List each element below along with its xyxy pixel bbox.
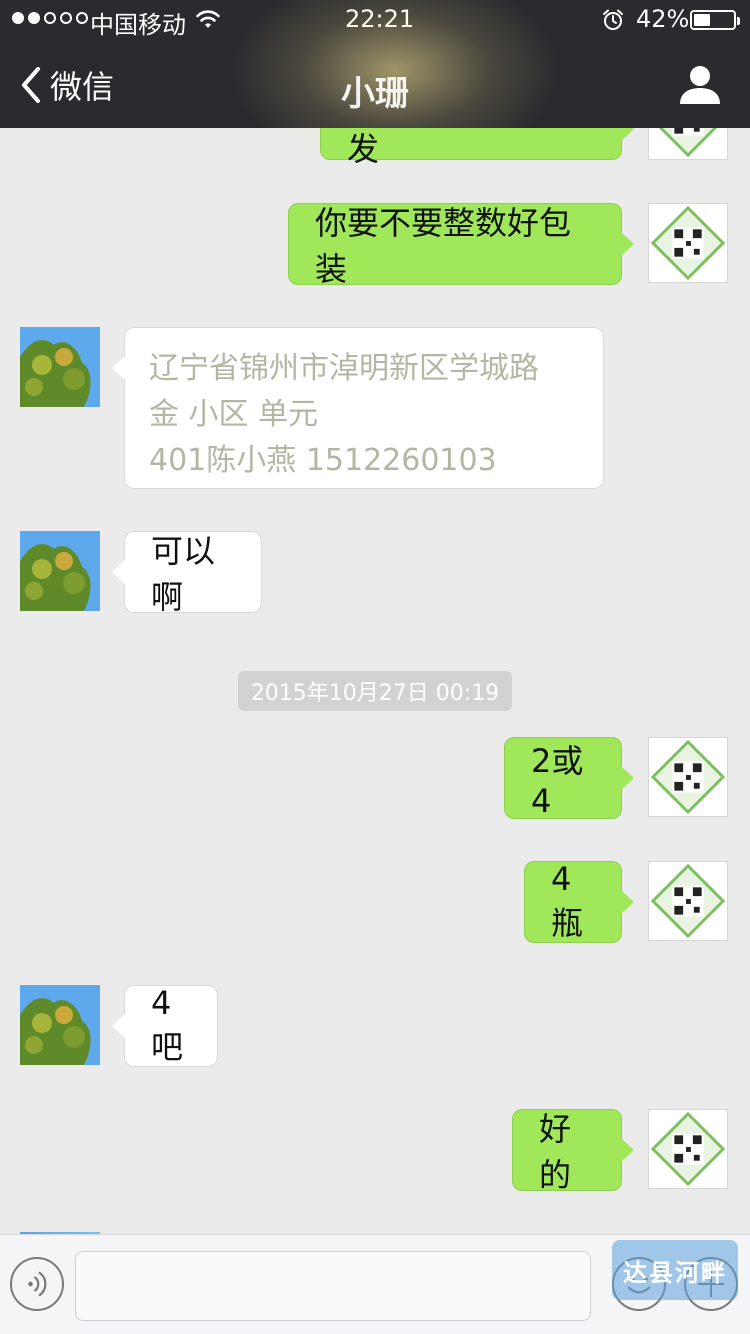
message-text: 可以啊 bbox=[151, 532, 216, 616]
contact-avatar[interactable] bbox=[20, 531, 100, 611]
self-avatar[interactable] bbox=[648, 203, 728, 283]
message-text: 4吧 bbox=[151, 984, 184, 1066]
chat-title: 小珊 bbox=[341, 74, 409, 114]
voice-input-button[interactable] bbox=[10, 1257, 64, 1311]
message-bubble-outgoing[interactable]: 你要不要整数好包装 bbox=[288, 203, 634, 288]
tree-photo-avatar-icon bbox=[20, 985, 100, 1065]
message-bubble-incoming[interactable]: 可以啊 bbox=[112, 531, 262, 616]
qr-code-avatar-icon bbox=[649, 128, 727, 159]
status-time: 22:21 bbox=[345, 5, 415, 33]
address-line: 401陈小燕 bbox=[149, 443, 297, 478]
qr-code-avatar-icon bbox=[649, 738, 727, 816]
chat-info-button[interactable] bbox=[676, 60, 724, 108]
self-avatar[interactable] bbox=[648, 861, 728, 941]
message-bubble-outgoing[interactable]: 明天发快递一起发 bbox=[320, 128, 634, 168]
message-text: 4瓶 bbox=[551, 860, 584, 942]
contact-avatar[interactable] bbox=[20, 985, 100, 1065]
message-text: 好的 bbox=[539, 1110, 572, 1194]
status-bar: 中国移动 22:21 42% bbox=[0, 0, 750, 40]
phone-number-link[interactable]: 1512260103 bbox=[306, 443, 497, 478]
message-bubble-incoming[interactable]: 辽宁省锦州市淖明新区学城路 金 小区 单元 401陈小燕 1512260103 bbox=[112, 327, 604, 489]
address-line-with-phone: 401陈小燕 1512260103 bbox=[149, 438, 579, 484]
self-avatar[interactable] bbox=[648, 1109, 728, 1189]
tree-photo-avatar-icon bbox=[20, 531, 100, 611]
message-text: 你要不要整数好包装 bbox=[315, 204, 572, 288]
person-icon bbox=[680, 66, 720, 104]
address-line: 辽宁省锦州市淖明新区学城路 bbox=[149, 351, 539, 386]
qr-code-avatar-icon bbox=[649, 862, 727, 940]
tree-photo-avatar-icon bbox=[20, 327, 100, 407]
signal-dot bbox=[44, 12, 56, 24]
message-timestamp: 2015年10月27日 00:19 bbox=[238, 671, 512, 711]
battery-percent: 42% bbox=[636, 5, 690, 33]
carrier-name: 中国移动 bbox=[90, 11, 186, 39]
voice-icon bbox=[28, 1271, 47, 1297]
signal-dot bbox=[12, 12, 24, 24]
qr-code-avatar-icon bbox=[649, 1110, 727, 1188]
chat-message-list[interactable]: 明天发快递一起发 你要不要整数好包装 bbox=[0, 128, 750, 1234]
site-watermark: 达县河畔 bbox=[612, 1240, 738, 1300]
battery-level-fill bbox=[694, 14, 710, 26]
message-text: 明天发快递一起发 bbox=[347, 130, 380, 168]
signal-dot bbox=[76, 12, 88, 24]
self-avatar[interactable] bbox=[648, 128, 728, 160]
message-text: 2或4 bbox=[531, 742, 584, 820]
battery-nub bbox=[737, 17, 740, 25]
signal-dot bbox=[60, 12, 72, 24]
message-bubble-outgoing[interactable]: 2或4 bbox=[504, 737, 634, 820]
message-bubble-outgoing[interactable]: 好的 bbox=[512, 1109, 634, 1194]
signal-strength-icon bbox=[12, 12, 88, 28]
top-bar: 中国移动 22:21 42% 微信 小珊 bbox=[0, 0, 750, 170]
self-avatar[interactable] bbox=[648, 737, 728, 817]
battery-icon bbox=[690, 10, 740, 30]
message-bubble-outgoing[interactable]: 4瓶 bbox=[524, 860, 634, 943]
alarm-icon bbox=[601, 8, 625, 32]
wifi-icon bbox=[195, 8, 221, 30]
qr-code-avatar-icon bbox=[649, 204, 727, 282]
contact-avatar[interactable] bbox=[20, 327, 100, 407]
address-line: 金 小区 单元 bbox=[149, 397, 319, 432]
message-input[interactable] bbox=[75, 1251, 591, 1321]
signal-dot bbox=[28, 12, 40, 24]
message-bubble-incoming[interactable]: 4吧 bbox=[112, 984, 218, 1067]
